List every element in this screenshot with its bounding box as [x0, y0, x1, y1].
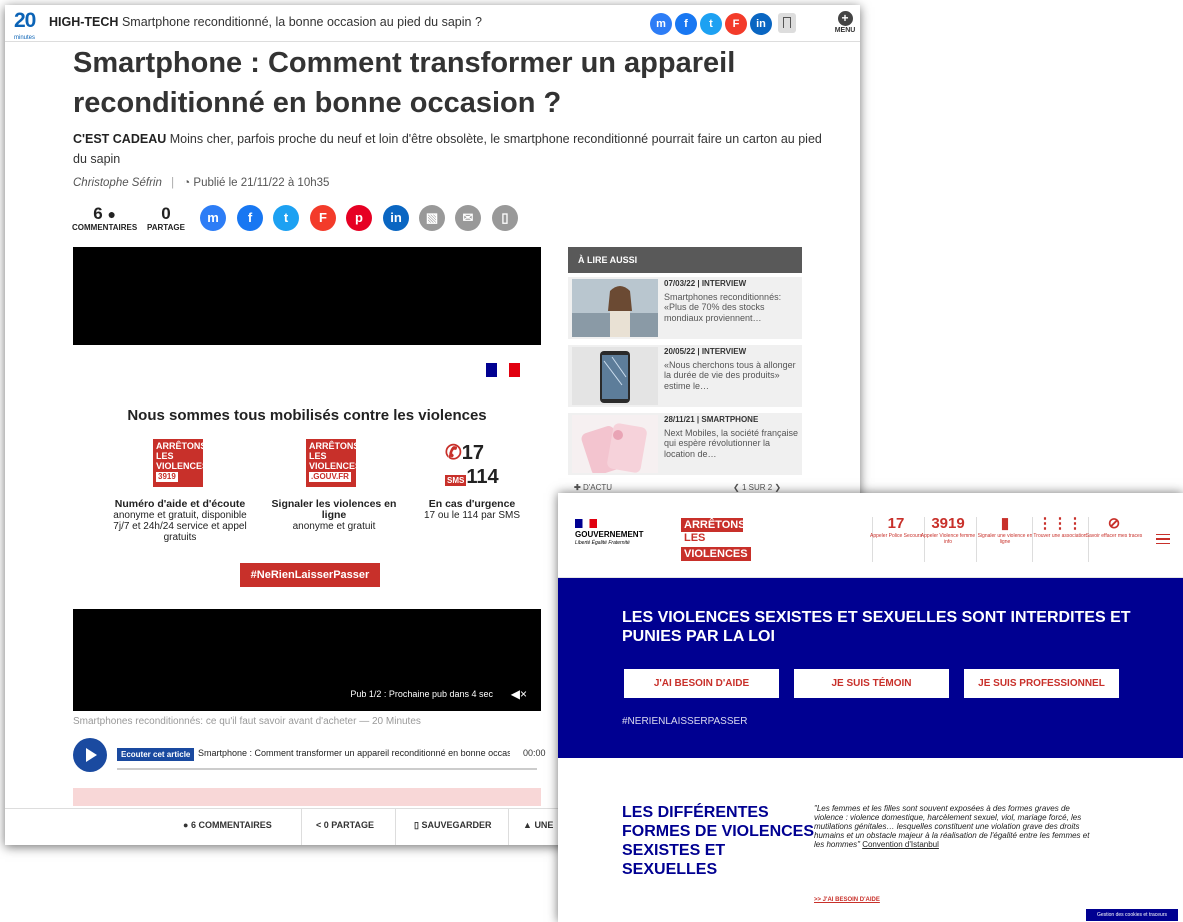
group-icon: ⋮⋮⋮: [1037, 515, 1083, 532]
footer-comments[interactable]: ● 6 COMMENTAIRES: [183, 820, 272, 830]
ad-banner[interactable]: Nous sommes tous mobilisés contre les vi…: [73, 345, 541, 607]
progress-bar[interactable]: [117, 768, 537, 770]
share-icon: <: [316, 820, 322, 830]
professional-button[interactable]: JE SUIS PROFESSIONNEL: [964, 669, 1119, 698]
author-name: Christophe Séfrin: [73, 177, 162, 189]
pager: ❮ 1 SUR 2 ❯: [733, 483, 782, 492]
facebook-share-icon[interactable]: f: [675, 13, 697, 35]
mute-icon[interactable]: ◀×: [511, 687, 527, 701]
video-caption: Smartphones reconditionnés: ce qu'il fau…: [73, 716, 421, 727]
chat-icon: ▮: [1000, 515, 1010, 532]
emergency-numbers: ✆17 SMS 114: [445, 442, 499, 488]
clock-icon: ◔: [183, 177, 191, 189]
video-player[interactable]: [73, 247, 541, 345]
need-help-button[interactable]: J'AI BESOIN D'AIDE: [624, 669, 779, 698]
pinterest-button[interactable]: p: [346, 205, 372, 231]
thumbnail-image: [572, 279, 658, 337]
ad-title: Nous sommes tous mobilisés contre les vi…: [127, 407, 487, 424]
sidebar-item[interactable]: 28/11/21 | SMARTPHONE Next Mobiles, la so…: [568, 413, 802, 475]
menu-button[interactable]: + MENU: [833, 11, 857, 34]
site-logo[interactable]: 20 minutes: [14, 10, 40, 41]
messenger-button[interactable]: m: [200, 205, 226, 231]
nav-association[interactable]: ⋮⋮⋮ Trouver une association: [1031, 515, 1089, 539]
badge-3919: ARRÊTONS LES VIOLENCES 3919: [153, 439, 208, 487]
hamburger-menu-icon[interactable]: [1156, 534, 1170, 544]
video-ad-player[interactable]: Pub 1/2 : Prochaine pub dans 4 sec ◀×: [73, 609, 541, 711]
bookmark-icon[interactable]: [778, 13, 796, 33]
nav-3919[interactable]: 3919 Appeler Violence femme info: [919, 515, 977, 545]
byline: Christophe Séfrin | ◔ Publié le 21/11/22…: [73, 177, 330, 189]
need-help-link[interactable]: >> J'AI BESOIN D'AIDE: [814, 897, 880, 903]
flipboard-button[interactable]: F: [310, 205, 336, 231]
footer-report[interactable]: ▲ UNE: [523, 820, 553, 830]
plus-icon: +: [837, 11, 853, 26]
thumbnail-image: [572, 415, 658, 473]
twitter-share-icon[interactable]: t: [700, 13, 722, 35]
more-news-link[interactable]: ✚ D'ACTU: [574, 483, 612, 492]
nav-effacer[interactable]: ⊘ Savoir effacer mes traces: [1085, 515, 1143, 539]
gov-logo[interactable]: GOUVERNEMENT Liberté Égalité Fraternité: [575, 519, 643, 546]
nav-signaler[interactable]: ▮ Signaler une violence en ligne: [976, 515, 1034, 545]
article-title: Smartphone : Comment transformer un appa…: [73, 47, 736, 119]
messenger-share-icon[interactable]: m: [650, 13, 672, 35]
linkedin-share-icon[interactable]: in: [750, 13, 772, 35]
sidebar-item[interactable]: 07/03/22 | INTERVIEW Smartphones recondit…: [568, 277, 802, 339]
sms-icon: SMS: [445, 475, 467, 486]
publish-date: Publié le 21/11/22 à 10h35: [193, 177, 330, 189]
header-headline: HIGH-TECH Smartphone reconditionné, la b…: [49, 15, 482, 29]
bookmark-icon: ▯: [414, 820, 419, 830]
brand-logo[interactable]: ARRÊTONS LES VIOLENCES: [681, 518, 751, 561]
chevron-left-icon[interactable]: ❮: [733, 483, 740, 492]
quote-source-link[interactable]: Convention d'Istanbul: [862, 840, 939, 849]
gov-window: GOUVERNEMENT Liberté Égalité Fraternité A…: [558, 493, 1183, 922]
shares-count: 0 PARTAGE: [147, 204, 185, 233]
pub-countdown: Pub 1/2 : Prochaine pub dans 4 sec: [350, 689, 493, 699]
ad-col-help: Numéro d'aide et d'écoute anonyme et grat…: [113, 498, 247, 544]
hero-banner: LES VIOLENCES SEXISTES ET SEXUELLES SONT…: [558, 578, 1183, 758]
cookie-settings-button[interactable]: Gestion des cookies et traceurs: [1086, 909, 1178, 921]
ad-col-report: Signaler les violences en ligne anonyme e…: [271, 498, 397, 533]
sidebar-item[interactable]: 20/05/22 | INTERVIEW «Nous cherchons tous…: [568, 345, 802, 407]
track-time: 00:00: [523, 748, 546, 758]
listen-label: Ecouter cet article: [117, 748, 195, 761]
audio-player: Ecouter cet article Smartphone : Comment…: [73, 738, 546, 778]
section-title: LES DIFFÉRENTES FORMES DE VIOLENCES SEXI…: [622, 804, 815, 878]
phone-icon: ✆: [445, 442, 462, 464]
section-label: HIGH-TECH: [49, 15, 119, 29]
bookmark-button[interactable]: ▯: [492, 205, 518, 231]
witness-button[interactable]: JE SUIS TÉMOIN: [794, 669, 949, 698]
email-button[interactable]: ✉: [455, 205, 481, 231]
thumbnail-image: [572, 347, 658, 405]
comment-icon: ●: [183, 820, 189, 830]
warning-icon: ▲: [523, 820, 532, 830]
footer-save[interactable]: ▯ SAUVEGARDER: [414, 820, 491, 831]
linkedin-button[interactable]: in: [383, 205, 409, 231]
republique-flag-icon: [486, 363, 520, 377]
comment-bubble-icon: ●: [107, 206, 116, 222]
ad-placeholder: [73, 788, 541, 806]
article-intro: C'EST CADEAU Moins cher, parfois proche …: [73, 132, 822, 166]
hero-title: LES VIOLENCES SEXISTES ET SEXUELLES SONT…: [622, 609, 1131, 645]
twitter-button[interactable]: t: [273, 205, 299, 231]
ad-col-urgence: En cas d'urgence 17 ou le 114 par SMS: [424, 498, 520, 522]
chevron-right-icon[interactable]: ❯: [774, 483, 781, 492]
track-title: Smartphone : Comment transformer un appa…: [198, 748, 510, 758]
badge-gouv: ARRÊTONS LES VIOLENCES .GOUV.FR: [306, 439, 361, 487]
comments-count[interactable]: 6 ● COMMENTAIRES: [72, 205, 137, 233]
footer-share[interactable]: < 0 PARTAGE: [316, 820, 374, 830]
hashtag-text: #NERIENLAISSERPASSER: [622, 716, 748, 727]
hashtag-button[interactable]: #NeRienLaisserPasser: [240, 563, 380, 587]
print-button[interactable]: ▧: [419, 205, 445, 231]
flipboard-share-icon[interactable]: F: [725, 13, 747, 35]
gov-header: GOUVERNEMENT Liberté Égalité Fraternité A…: [558, 493, 1183, 578]
facebook-button[interactable]: f: [237, 205, 263, 231]
kicker: C'EST CADEAU: [73, 132, 167, 146]
site-header: 20 minutes HIGH-TECH Smartphone reconditi…: [5, 5, 860, 42]
sidebar-heading: À LIRE AUSSI: [568, 247, 802, 273]
eye-off-icon: ⊘: [1107, 515, 1121, 532]
play-icon[interactable]: [73, 738, 107, 772]
quote-block: "Les femmes et les filles sont souvent e…: [814, 804, 1090, 849]
nav-police[interactable]: 17 Appeler Police Secours: [867, 515, 925, 539]
